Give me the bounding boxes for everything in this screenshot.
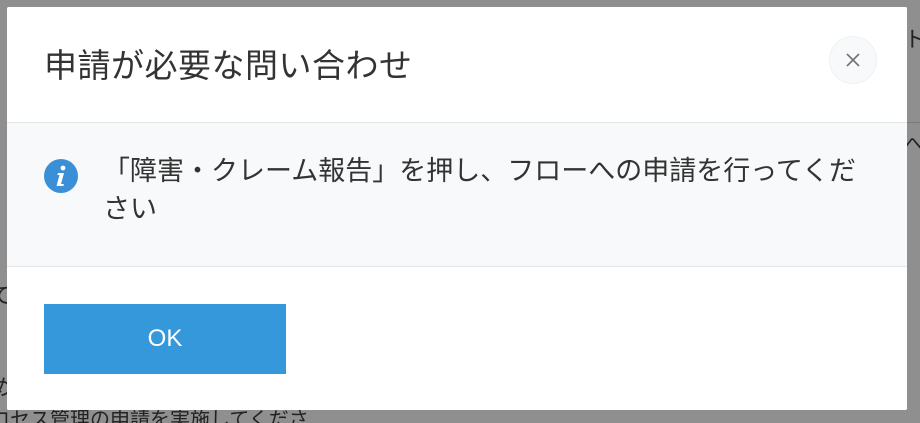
info-icon <box>44 159 78 193</box>
close-icon <box>846 53 860 67</box>
dialog-header: 申請が必要な問い合わせ <box>7 7 907 123</box>
dialog-footer: OK <box>7 267 907 410</box>
background-divider <box>906 122 920 123</box>
dialog-body: 「障害・クレーム報告」を押し、フローへの申請を行ってください <box>7 123 907 267</box>
ok-button[interactable]: OK <box>44 304 286 374</box>
dialog-message: 「障害・クレーム報告」を押し、フローへの申請を行ってください <box>103 156 857 225</box>
dialog-title: 申請が必要な問い合わせ <box>44 46 413 85</box>
close-button[interactable] <box>829 36 877 84</box>
screen: ト へは 」 て 。 め ロセス管理の申請を実施してくださ 申請が必要な問い合わ… <box>0 0 920 423</box>
request-dialog: 申請が必要な問い合わせ 「障害・クレーム報告」を押し、フローへの申請を行ってくだ… <box>7 7 907 410</box>
